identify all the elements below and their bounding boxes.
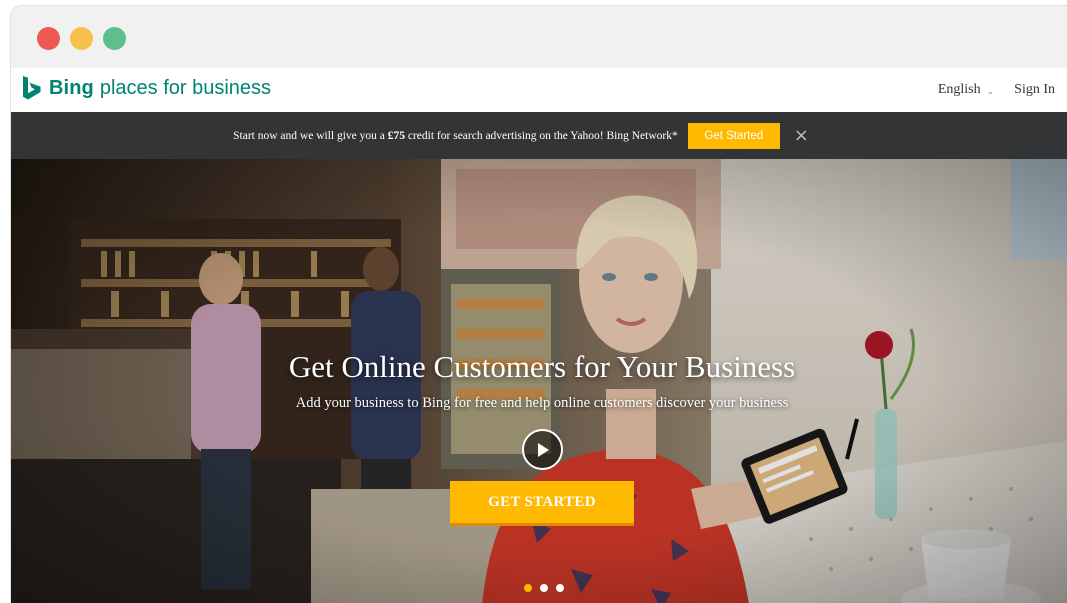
- bing-b-logo-icon: [23, 76, 41, 100]
- promo-amount: £75: [387, 129, 405, 142]
- logo-places-text: places for business: [99, 76, 272, 99]
- hero-carousel: Get Online Customers for Your Business A…: [11, 159, 1067, 603]
- promo-get-started-button[interactable]: Get Started: [687, 122, 780, 149]
- hero-subtitle: Add your business to Bing for free and h…: [295, 395, 789, 411]
- sign-in-link[interactable]: Sign In: [1014, 82, 1055, 98]
- hero-title: Get Online Customers for Your Business: [288, 349, 796, 384]
- carousel-dot-1[interactable]: [524, 584, 532, 592]
- promo-text-after: credit for search advertising on the Yah…: [405, 129, 678, 142]
- hero-get-started-button[interactable]: GET STARTED: [450, 481, 634, 523]
- browser-window: Bing places for business English ⌄ Sign …: [11, 6, 1067, 603]
- close-icon[interactable]: ×: [794, 125, 809, 146]
- promo-text: Start now and we will give you a £75 cre…: [233, 130, 678, 142]
- promo-text-before: Start now and we will give you a: [233, 129, 388, 142]
- minimize-window-button[interactable]: [70, 27, 93, 50]
- bing-places-logo[interactable]: Bing places for business: [23, 76, 271, 100]
- zoom-window-button[interactable]: [103, 27, 126, 50]
- chevron-down-icon: ⌄: [986, 85, 995, 96]
- header-actions: English ⌄ Sign In: [938, 82, 1055, 98]
- site-header: Bing places for business English ⌄ Sign …: [11, 68, 1067, 112]
- promo-banner: Start now and we will give you a £75 cre…: [11, 112, 1067, 159]
- play-video-button[interactable]: [522, 429, 563, 470]
- language-selector[interactable]: English ⌄: [938, 82, 994, 98]
- language-label: English: [937, 82, 981, 97]
- carousel-dots: [524, 584, 564, 592]
- promo-content: Start now and we will give you a £75 cre…: [233, 122, 809, 149]
- play-icon: [537, 442, 549, 457]
- window-controls: [37, 27, 126, 50]
- carousel-dot-3[interactable]: [556, 584, 564, 592]
- close-window-button[interactable]: [37, 27, 60, 50]
- logo-bing-text: Bing: [49, 76, 94, 99]
- carousel-dot-2[interactable]: [540, 584, 548, 592]
